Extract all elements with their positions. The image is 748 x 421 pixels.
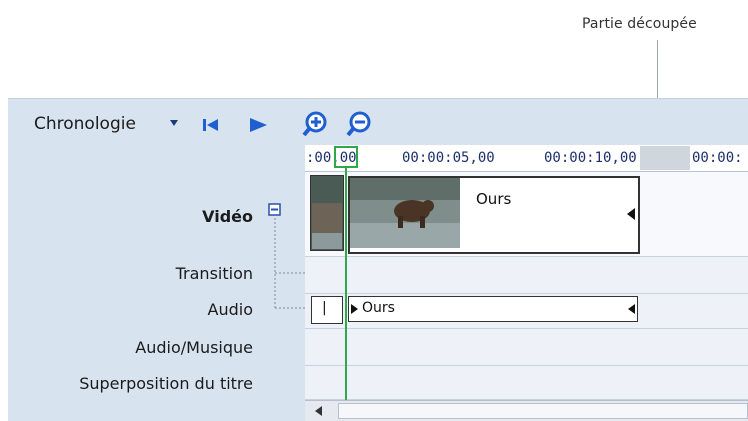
timeline-view-dropdown[interactable]: Chronologie [34,114,136,134]
play-icon[interactable] [248,116,270,134]
ruler-tick: 00:00: [692,150,743,166]
title-overlay-lane[interactable] [305,366,748,400]
video-thumbnail-first[interactable] [310,175,344,251]
track-label-title-overlay: Superposition du titre [79,374,253,393]
audio-clip-first-marker: | [322,300,327,316]
track-label-video: Vidéo [202,207,253,226]
transition-lane[interactable] [305,257,748,294]
trimmed-region-marker [640,146,690,170]
audio-clip-first[interactable] [311,296,343,324]
zoom-in-icon[interactable] [302,110,330,138]
video-clip-thumbnail [350,178,460,248]
scroll-left-icon[interactable] [312,404,326,418]
clip-trim-handle[interactable] [628,304,635,314]
ruler-tick: 00:00:05,00 [402,150,495,166]
ruler-tick: 00:00:10,00 [544,150,637,166]
clip-trim-handle[interactable] [351,304,358,314]
music-lane[interactable] [305,329,748,366]
track-label-transition: Transition [175,264,253,283]
chevron-down-icon[interactable] [170,120,178,126]
previous-frame-icon[interactable] [202,116,222,134]
track-label-audio: Audio [207,300,253,319]
audio-clip-title: Ours [362,300,395,316]
trimmed-part-callout: Partie découpée [582,16,697,32]
video-clip-title: Ours [476,190,512,208]
clip-trim-handle[interactable] [627,208,635,220]
playhead-handle[interactable] [334,146,358,168]
playhead-line [345,168,347,400]
scrollbar-thumb[interactable] [338,403,748,419]
collapse-icon[interactable] [268,203,282,217]
track-label-music: Audio/Musique [135,338,253,357]
zoom-out-icon[interactable] [346,110,374,138]
